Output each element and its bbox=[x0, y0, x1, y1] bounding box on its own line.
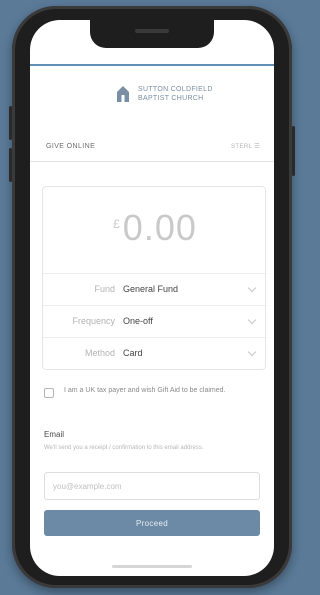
top-accent-line bbox=[30, 64, 274, 66]
email-field[interactable] bbox=[44, 472, 260, 500]
fund-value: General Fund bbox=[123, 284, 179, 294]
donation-card: £0.00 Fund General Fund Frequency One-of… bbox=[42, 186, 267, 370]
volume-down-button bbox=[9, 148, 12, 182]
church-icon bbox=[117, 86, 129, 102]
phone-frame: SUTTON COLDFIELD BAPTIST CHURCH GIVE ONL… bbox=[9, 6, 295, 588]
header-menu-link[interactable]: STERL ☰ bbox=[231, 143, 260, 150]
phone-screen: SUTTON COLDFIELD BAPTIST CHURCH GIVE ONL… bbox=[30, 20, 274, 576]
fund-select[interactable]: Fund General Fund bbox=[43, 273, 267, 305]
frequency-select[interactable]: Frequency One-off bbox=[43, 305, 267, 337]
chevron-down-icon bbox=[247, 347, 257, 357]
chevron-down-icon bbox=[247, 283, 257, 293]
amount-display[interactable]: £0.00 bbox=[43, 207, 267, 249]
frequency-value: One-off bbox=[123, 316, 153, 326]
proceed-button[interactable]: Proceed bbox=[44, 510, 260, 536]
church-name: SUTTON COLDFIELD BAPTIST CHURCH bbox=[138, 85, 213, 103]
chevron-down-icon bbox=[247, 315, 257, 325]
speaker-grille bbox=[135, 29, 169, 33]
method-label: Method bbox=[84, 348, 115, 358]
method-select[interactable]: Method Card bbox=[43, 337, 267, 369]
frequency-label: Frequency bbox=[72, 316, 115, 326]
amount-value: 0.00 bbox=[122, 207, 197, 248]
church-name-line1: SUTTON COLDFIELD bbox=[138, 86, 213, 93]
gift-aid-text: I am a UK tax payer and wish Gift Aid to… bbox=[64, 387, 226, 394]
church-logo[interactable]: SUTTON COLDFIELD BAPTIST CHURCH bbox=[116, 82, 226, 112]
home-indicator bbox=[112, 565, 192, 568]
notch bbox=[90, 20, 214, 48]
church-name-line2: BAPTIST CHURCH bbox=[138, 95, 204, 102]
gift-aid-option: I am a UK tax payer and wish Gift Aid to… bbox=[44, 386, 260, 416]
email-label: Email bbox=[44, 430, 65, 439]
gift-aid-checkbox[interactable] bbox=[44, 388, 54, 398]
page-title: GIVE ONLINE bbox=[46, 143, 96, 150]
currency-symbol: £ bbox=[113, 217, 120, 231]
power-button bbox=[292, 126, 295, 176]
method-value: Card bbox=[123, 348, 143, 358]
email-help-text: We'll send you a receipt / confirmation … bbox=[44, 445, 204, 451]
page-header: GIVE ONLINE STERL ☰ bbox=[30, 138, 274, 162]
volume-up-button bbox=[9, 106, 12, 140]
fund-label: Fund bbox=[94, 284, 115, 294]
